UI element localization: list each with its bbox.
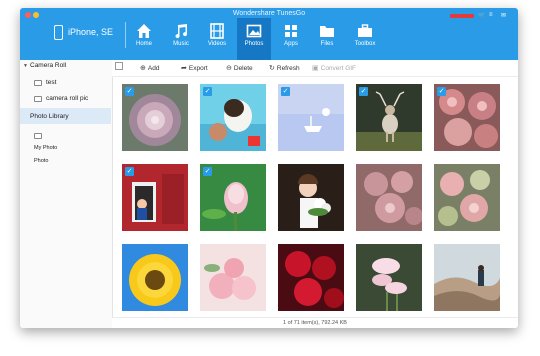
sidebar-my-photo[interactable]: My Photo: [34, 145, 57, 151]
nav-files-label: Files: [320, 41, 334, 47]
toolbox-icon: [358, 24, 372, 37]
status-bar: 1 of 71 item(s), 792.24 KB: [112, 317, 518, 328]
nav-files[interactable]: Files: [310, 18, 344, 60]
export-button[interactable]: ➦ Export: [181, 64, 208, 72]
pink-roses-image: [200, 244, 266, 311]
gif-icon: ▣: [312, 65, 319, 72]
nav-music-label: Music: [173, 41, 189, 47]
add-button[interactable]: ⊕ Add: [140, 64, 159, 72]
photo-thumbnail[interactable]: [434, 164, 500, 231]
selected-check-icon[interactable]: ✓: [437, 87, 446, 96]
photo-thumbnail[interactable]: [434, 244, 500, 311]
sidebar-item-test[interactable]: test: [46, 79, 56, 86]
select-all-checkbox[interactable]: [115, 62, 123, 70]
folder-icon: [320, 26, 334, 37]
nav-home-label: Home: [135, 41, 152, 47]
title-bar: Wondershare TunesGo 🛒 ≡ ✉ iPhone, SE Hom…: [20, 8, 518, 60]
nav-apps[interactable]: Apps: [274, 18, 308, 60]
device-name[interactable]: iPhone, SE: [68, 27, 113, 37]
sunflower-image: [122, 244, 188, 311]
nav-videos[interactable]: Videos: [200, 18, 234, 60]
nav-apps-label: Apps: [284, 41, 298, 47]
album-icon: [34, 80, 42, 86]
sidebar-photo-library[interactable]: Photo Library: [30, 113, 69, 120]
nav-toolbox[interactable]: Toolbox: [348, 18, 382, 60]
sidebar: ▼ Camera Roll test camera roll pic Photo…: [20, 60, 113, 328]
nav-photos-label: Photos: [244, 41, 264, 47]
nav-toolbox-label: Toolbox: [354, 41, 376, 47]
photo-thumbnail[interactable]: [278, 164, 344, 231]
delete-button[interactable]: ⊖ Delete: [226, 64, 253, 72]
red-roses-image: [278, 244, 344, 311]
film-icon: [210, 23, 224, 39]
album-icon: [34, 133, 42, 139]
photo-thumbnail[interactable]: ✓: [200, 164, 266, 231]
photo-thumbnail[interactable]: [356, 164, 422, 231]
home-icon: [137, 24, 151, 38]
girl-flowers-image: [278, 164, 344, 231]
selected-check-icon[interactable]: ✓: [125, 167, 134, 176]
photo-thumbnail[interactable]: [356, 244, 422, 311]
album-icon: [34, 96, 42, 102]
app-title: Wondershare TunesGo: [232, 10, 306, 17]
selected-check-icon[interactable]: ✓: [125, 87, 134, 96]
photo-icon: [246, 24, 262, 38]
music-icon: [175, 24, 188, 39]
nav-photos[interactable]: Photos: [237, 18, 271, 60]
photo-thumbnail[interactable]: ✓: [434, 84, 500, 151]
photo-thumbnail[interactable]: ✓: [122, 84, 188, 151]
photo-grid: ✓ ✓ ✓ ✓ ✓ ✓ ✓: [112, 77, 510, 317]
divider: [125, 22, 126, 48]
selected-check-icon[interactable]: ✓: [203, 167, 212, 176]
photo-thumbnail[interactable]: ✓: [200, 84, 266, 151]
message-icon[interactable]: ✉: [501, 12, 506, 19]
convert-gif-button[interactable]: ▣ Convert GIF: [312, 64, 356, 72]
succulents-image: [356, 164, 422, 231]
refresh-icon: ↻: [269, 65, 275, 72]
photo-thumbnail[interactable]: ✓: [278, 84, 344, 151]
refresh-button[interactable]: ↻ Refresh: [269, 64, 300, 72]
photo-thumbnail[interactable]: [200, 244, 266, 311]
sidebar-item-camera-roll-pic[interactable]: camera roll pic: [46, 95, 88, 102]
nav-music[interactable]: Music: [164, 18, 198, 60]
photo-thumbnail[interactable]: ✓: [122, 164, 188, 231]
app-window: Wondershare TunesGo 🛒 ≡ ✉ iPhone, SE Hom…: [20, 8, 518, 328]
pink-flowers-image: [356, 244, 422, 311]
selected-check-icon[interactable]: ✓: [359, 87, 368, 96]
selected-check-icon[interactable]: ✓: [203, 87, 212, 96]
export-icon: ➦: [181, 65, 187, 72]
photo-thumbnail[interactable]: [122, 244, 188, 311]
menu-icon[interactable]: ≡: [489, 12, 493, 18]
sidebar-photo[interactable]: Photo: [34, 158, 48, 164]
hills-image: [434, 244, 500, 311]
minus-circle-icon: ⊖: [226, 65, 232, 72]
nav-videos-label: Videos: [207, 41, 227, 47]
account-icon[interactable]: [450, 14, 474, 18]
plus-circle-icon: ⊕: [140, 65, 146, 72]
selected-check-icon[interactable]: ✓: [281, 87, 290, 96]
succulents-image: [434, 164, 500, 231]
toolbar: ⊕ Add ➦ Export ⊖ Delete ↻ Refresh ▣ Convert G…: [112, 60, 518, 77]
collapse-arrow-icon[interactable]: ▼: [23, 63, 28, 69]
photo-thumbnail[interactable]: ✓: [356, 84, 422, 151]
phone-icon: [54, 25, 63, 40]
photo-thumbnail[interactable]: [278, 244, 344, 311]
nav-home[interactable]: Home: [127, 18, 161, 60]
apps-icon: [285, 25, 297, 37]
sidebar-camera-roll[interactable]: Camera Roll: [30, 62, 66, 69]
cart-icon[interactable]: 🛒: [478, 12, 485, 19]
